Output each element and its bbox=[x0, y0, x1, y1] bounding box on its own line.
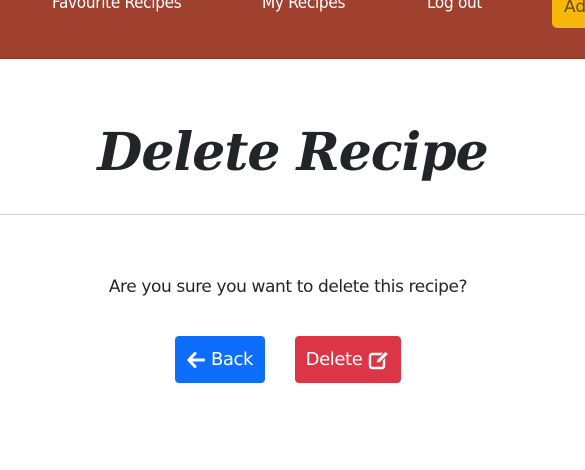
add-recipe-button-label: Ad bbox=[564, 0, 585, 17]
back-button-label: Back bbox=[210, 349, 254, 370]
delete-button-label: Delete bbox=[305, 349, 363, 370]
page-title: Delete Recipe bbox=[97, 122, 488, 183]
nav-link-favourite-recipes[interactable]: Favourite Recipes bbox=[52, 0, 182, 13]
confirmation-question: Are you sure you want to delete this rec… bbox=[108, 277, 468, 297]
divider bbox=[0, 214, 585, 215]
navbar: Favourite Recipes My Recipes Log out Ad bbox=[0, 0, 585, 59]
nav-link-my-recipes[interactable]: My Recipes bbox=[262, 0, 345, 13]
edit-icon bbox=[368, 349, 390, 370]
arrow-left-icon bbox=[187, 351, 205, 368]
delete-button[interactable]: Delete bbox=[295, 336, 401, 383]
nav-link-log-out[interactable]: Log out bbox=[427, 0, 482, 13]
back-button[interactable]: Back bbox=[175, 336, 265, 383]
add-recipe-button[interactable]: Ad bbox=[552, 0, 585, 28]
